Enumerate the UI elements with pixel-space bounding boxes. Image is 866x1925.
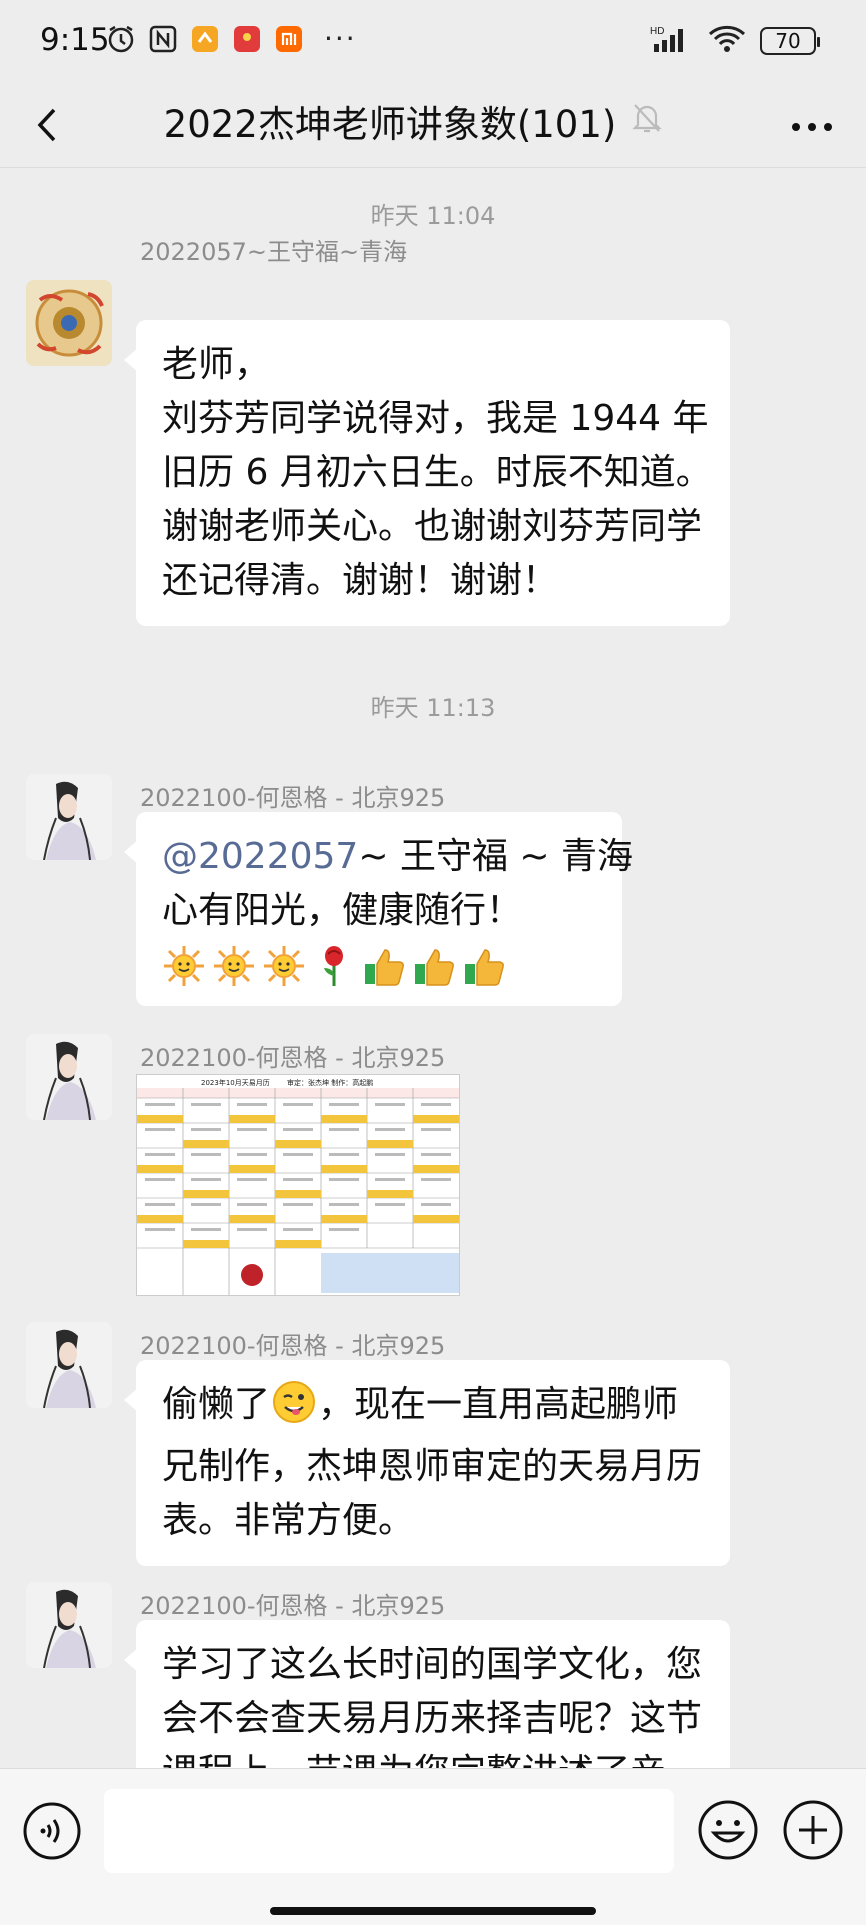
wink-emoji [272, 1380, 316, 1440]
notification-icons: ··· [106, 24, 357, 54]
thumbs-up-emoji [462, 944, 506, 988]
calendar-image[interactable]: 2023年10月天易月历 审定：张杰坤 制作：高起鹏 [136, 1074, 460, 1296]
alarm-icon [106, 24, 136, 54]
sun-emoji [162, 944, 206, 988]
message-line: 老师， [162, 344, 271, 385]
message-text: 偷懒了 [162, 1384, 271, 1425]
message-line: 刘芬芳同学说得对，我是 1944 年 [162, 398, 709, 439]
emoji-row [162, 944, 596, 988]
wifi-icon [708, 24, 746, 58]
thumbs-up-emoji [412, 944, 456, 988]
mention-suffix: ~ 王守福 ~ 青海 [358, 836, 634, 877]
red-app-icon [232, 24, 262, 54]
signal-icon: HD [650, 24, 694, 58]
more-notifications-icon: ··· [324, 22, 357, 55]
sender-name: 2022100-何恩格 - 北京925 [140, 1332, 446, 1360]
message-list[interactable]: 昨天 11:04 2022057~王守福~青海 老师， 刘芬芳同学说得对，我是 … [0, 168, 866, 1768]
sender-name: 2022100-何恩格 - 北京925 [140, 1044, 446, 1072]
app-notification-icon [190, 24, 220, 54]
message-bubble[interactable]: 老师， 刘芬芳同学说得对，我是 1944 年 旧历 6 月初六日生。时辰不知道。… [124, 320, 730, 626]
sender-name: 2022057~王守福~青海 [140, 238, 408, 266]
status-time: 9:15 [40, 22, 110, 58]
message-bubble[interactable]: 偷懒了 ，现在一直用高起鹏师 兄制作，杰坤恩师审定的天易月历 表。非常方便。 [124, 1360, 730, 1566]
message-line: 表。非常方便。 [162, 1500, 415, 1541]
mention-link[interactable]: @2022057 [162, 836, 358, 877]
battery-indicator: 70 [760, 27, 820, 55]
avatar[interactable] [26, 774, 112, 860]
avatar[interactable] [26, 280, 112, 366]
message-input[interactable] [104, 1789, 674, 1873]
message-line: 会不会查天易月历来择吉呢？这节 [162, 1698, 703, 1739]
message-line: @2022057~ 王守福 ~ 青海 [162, 830, 633, 884]
message-line: 还记得清。谢谢！谢谢！ [162, 560, 559, 601]
sun-emoji [212, 944, 256, 988]
chat-title: 2022杰坤老师讲象数(101) [163, 103, 617, 146]
chat-header: 2022杰坤老师讲象数(101) [0, 82, 866, 168]
calendar-image-title: 2023年10月天易月历 [201, 1078, 270, 1087]
message-line: 心有阳光，健康随行！ [162, 890, 523, 931]
message-line: 偷懒了 ，现在一直用高起鹏师 [162, 1378, 704, 1440]
message-text: ，现在一直用高起鹏师 [318, 1384, 679, 1425]
calendar-image-subtitle: 审定：张杰坤 制作：高起鹏 [287, 1078, 373, 1087]
avatar[interactable] [26, 1322, 112, 1408]
add-attachment-icon[interactable] [782, 1799, 844, 1861]
message-timestamp: 昨天 11:13 [370, 694, 496, 722]
message-line: 课程上，节课为您完整讲述了亲 [162, 1746, 704, 1768]
sun-emoji [262, 944, 306, 988]
message-line: 谢谢老师关心。也谢谢刘芬芳同学 [162, 506, 703, 547]
message-bubble[interactable]: @2022057~ 王守福 ~ 青海 心有阳光，健康随行！ [124, 812, 633, 1006]
thumbs-up-emoji [362, 944, 406, 988]
rose-emoji [312, 944, 356, 988]
system-icons: HD 70 [650, 24, 820, 58]
message-line: 学习了这么长时间的国学文化，您 [162, 1644, 703, 1685]
svg-text:HD: HD [650, 26, 664, 37]
voice-input-icon[interactable] [22, 1801, 82, 1861]
chat-title-wrap: 2022杰坤老师讲象数(101) [0, 94, 866, 148]
avatar[interactable] [26, 1034, 112, 1120]
mi-app-icon [274, 24, 304, 54]
mute-bell-icon [632, 100, 662, 143]
message-timestamp: 昨天 11:04 [370, 202, 496, 230]
avatar[interactable] [26, 1582, 112, 1668]
home-indicator[interactable] [270, 1907, 596, 1915]
message-bubble[interactable]: 学习了这么长时间的国学文化，您 会不会查天易月历来择吉呢？这节 课程上，节课为您… [124, 1620, 730, 1768]
status-bar: 9:15 ··· HD 70 [0, 0, 866, 82]
sender-name: 2022100-何恩格 - 北京925 [140, 1592, 446, 1620]
more-options-icon[interactable] [788, 112, 836, 142]
message-line: 旧历 6 月初六日生。时辰不知道。 [162, 452, 712, 493]
message-line: 兄制作，杰坤恩师审定的天易月历 [162, 1446, 703, 1487]
nfc-icon [148, 24, 178, 54]
emoji-picker-icon[interactable] [697, 1799, 759, 1861]
input-bar [0, 1768, 866, 1925]
sender-name: 2022100-何恩格 - 北京925 [140, 784, 446, 812]
